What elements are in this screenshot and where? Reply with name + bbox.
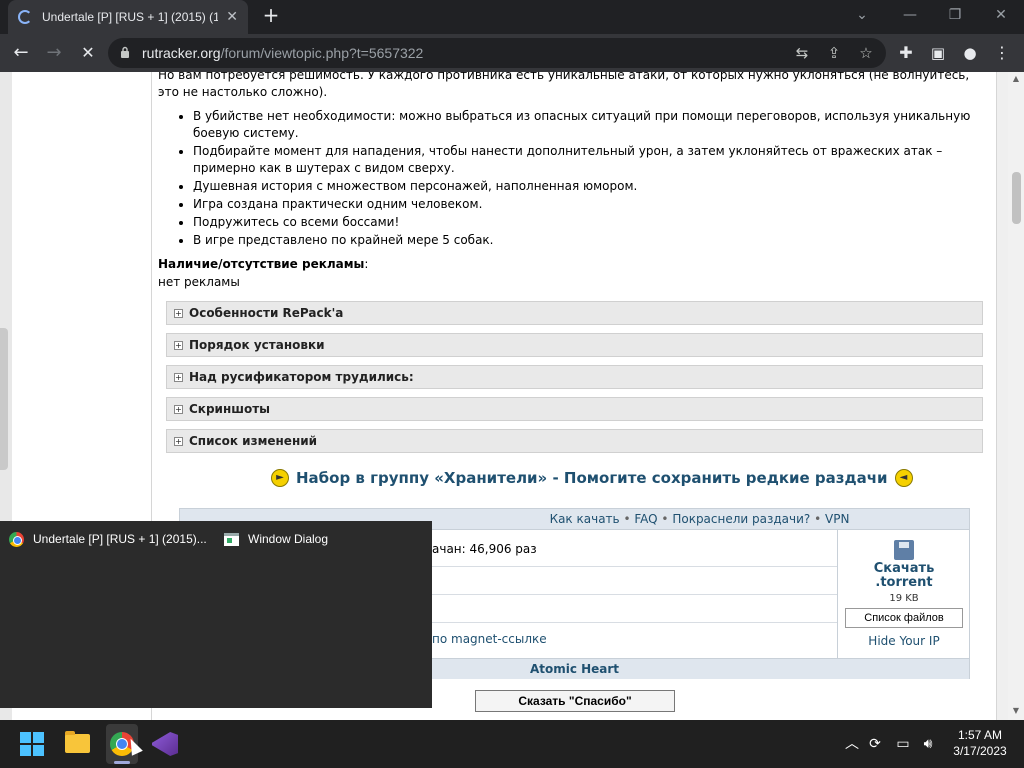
list-item: Подружитесь со всеми боссами! [193, 214, 983, 231]
spoiler-translators[interactable]: + Над русификатором трудились: [166, 365, 983, 389]
download-torrent-link[interactable]: Скачать .torrent [838, 562, 970, 590]
url-host: rutracker.org [142, 45, 221, 61]
sync-icon[interactable]: ⟳ [866, 734, 884, 754]
bookmark-star-icon[interactable]: ☆ [856, 43, 876, 63]
spoiler-screenshots[interactable]: + Скриншоты [166, 397, 983, 421]
list-item: Подбирайте момент для нападения, чтобы н… [193, 143, 983, 177]
lock-icon[interactable] [120, 46, 130, 58]
list-item: Игра создана практически одним человеком… [193, 196, 983, 213]
spoiler-changelog[interactable]: + Список изменений [166, 429, 983, 453]
active-tab[interactable]: Undertale [P] [RUS + 1] (2015) (1 ✕ [8, 0, 248, 34]
url-path: /forum/viewtopic.php?t=5657322 [220, 45, 424, 61]
spoiler-install-order[interactable]: + Порядок установки [166, 333, 983, 357]
stop-loading-button[interactable]: ✕ [76, 41, 100, 65]
expand-plus-icon: + [174, 404, 183, 414]
window-dialog-icon [224, 532, 239, 546]
share-icon[interactable]: ⇪ [824, 43, 844, 63]
keepers-banner[interactable]: ► Набор в группу «Хранители» - Помогите … [271, 469, 913, 487]
spoiler-repack-features[interactable]: + Особенности RePack'a [166, 301, 983, 325]
expand-plus-icon: + [174, 372, 183, 382]
preview-window-dialog[interactable]: Window Dialog [224, 529, 328, 549]
volume-icon[interactable]: 🔊︎ [919, 734, 937, 754]
extensions-puzzle-icon[interactable]: ✚ [894, 41, 918, 65]
page-scrollbar[interactable]: ▲ ▼ [1008, 72, 1024, 720]
left-rail-handle[interactable] [0, 328, 8, 470]
expand-plus-icon: + [174, 308, 183, 318]
restore-button[interactable]: ❐ [935, 4, 975, 26]
scroll-up-arrow-icon[interactable]: ▲ [1011, 74, 1021, 84]
scroll-down-arrow-icon[interactable]: ▼ [1011, 706, 1021, 716]
feature-list: В убийстве нет необходимости: можно выбр… [193, 108, 983, 250]
link-red-torrents[interactable]: Покраснели раздачи? [672, 512, 810, 526]
link-vpn[interactable]: VPN [825, 512, 849, 526]
expand-plus-icon: + [174, 436, 183, 446]
file-list-button[interactable]: Список файлов [845, 608, 963, 628]
expand-plus-icon: + [174, 340, 183, 350]
side-panel-icon[interactable]: ▣ [926, 41, 950, 65]
close-window-button[interactable]: ✕ [981, 4, 1021, 26]
link-faq[interactable]: FAQ [634, 512, 657, 526]
visual-studio-icon[interactable] [152, 732, 178, 756]
taskbar-clock[interactable]: 1:57 AM 3/17/2023 [948, 727, 1012, 759]
translate-icon[interactable]: ⇆ [792, 43, 812, 63]
say-thanks-button[interactable]: Сказать "Спасибо" [475, 690, 675, 712]
active-indicator [114, 761, 130, 764]
post-intro-text: Но вам потребуется решимость. У каждого … [158, 72, 970, 99]
address-bar[interactable]: rutracker.org/forum/viewtopic.php?t=5657… [108, 38, 886, 68]
url-text[interactable]: rutracker.org/forum/viewtopic.php?t=5657… [142, 45, 423, 61]
arrow-right-icon: ► [271, 469, 289, 487]
chrome-icon [9, 531, 24, 547]
clock-time: 1:57 AM [957, 728, 1003, 742]
start-windows-icon[interactable] [20, 732, 44, 756]
browser-toolbar: ← → ✕ rutracker.org/forum/viewtopic.php?… [0, 34, 1024, 72]
new-tab-button[interactable]: + [260, 4, 282, 28]
torrent-size: 19 KB [889, 593, 919, 604]
tab-strip: Undertale [P] [RUS + 1] (2015) (1 ✕ + ⌄ … [0, 0, 1024, 34]
tab-title: Undertale [P] [RUS + 1] (2015) (1 [42, 10, 219, 24]
preview-chrome-window[interactable]: Undertale [P] [RUS + 1] (2015)... [9, 529, 207, 549]
list-item: В убийстве нет необходимости: можно выбр… [193, 108, 983, 142]
minimize-button[interactable]: — [890, 4, 930, 26]
display-icon[interactable]: ▭ [894, 734, 912, 754]
hide-ip-link[interactable]: Hide Your IP [838, 634, 970, 648]
close-tab-icon[interactable]: ✕ [226, 9, 238, 25]
taskbar-window-preview: Undertale [P] [RUS + 1] (2015)... Window… [0, 521, 432, 708]
link-how-to-download[interactable]: Как качать [550, 512, 620, 526]
keepers-banner-link[interactable]: Набор в группу «Хранители» - Помогите со… [296, 469, 888, 487]
torrent-download-panel: Скачать .torrent 19 KB Список файлов Hide… [837, 530, 970, 658]
floppy-disk-icon[interactable] [894, 540, 914, 560]
forward-button[interactable]: → [42, 41, 66, 65]
loading-spinner-icon [18, 10, 32, 24]
clock-date: 3/17/2023 [953, 744, 1007, 758]
chrome-menu-icon[interactable]: ⋮ [990, 41, 1014, 65]
ads-value: нет рекламы [158, 275, 240, 289]
windows-taskbar: ︿ ⟳ ▭ 🔊︎ 1:57 AM 3/17/2023 [0, 720, 1024, 768]
right-gutter [996, 72, 1008, 720]
tab-search-icon[interactable]: ⌄ [842, 4, 882, 26]
scrollbar-thumb[interactable] [1012, 172, 1021, 224]
ads-heading: Наличие/отсутствие рекламы: [158, 257, 369, 271]
arrow-left-icon: ◄ [894, 469, 913, 487]
profile-avatar-icon[interactable]: ● [958, 41, 982, 65]
show-hidden-icons-chevron-icon[interactable]: ︿ [843, 734, 861, 754]
back-button[interactable]: ← [9, 41, 33, 65]
list-item: В игре представлено по крайней мере 5 со… [193, 232, 983, 249]
file-explorer-icon[interactable] [65, 731, 90, 753]
list-item: Душевная история с множеством персонажей… [193, 178, 983, 195]
